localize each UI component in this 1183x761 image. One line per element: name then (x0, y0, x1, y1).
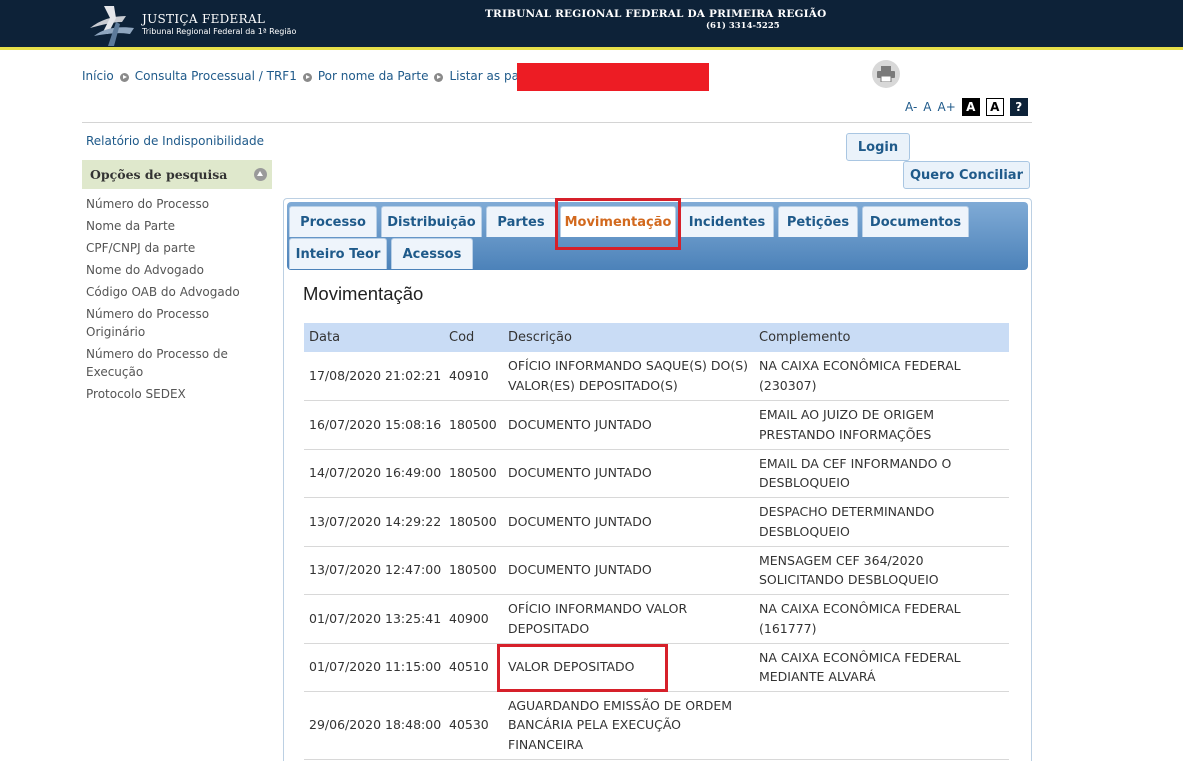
cell-data: 01/07/2020 11:15:00 (304, 643, 444, 692)
cell-complemento (754, 691, 1009, 760)
justica-federal-emblem-icon (90, 6, 134, 46)
column-header-complemento: Complemento (754, 323, 1009, 352)
cell-complemento: NA CAIXA ECONÔMICA FEDERAL (230307) (754, 352, 1009, 401)
cell-descricao: OFÍCIO INFORMANDO SAQUE(S) DO(S) VALOR(E… (503, 352, 754, 401)
breadcrumb-arrow-icon (434, 72, 444, 82)
cell-data: 01/07/2020 13:25:41 (304, 594, 444, 644)
search-option-cpf-cnpj[interactable]: CPF/CNPJ da parte (86, 239, 272, 257)
table-row: 01/07/2020 13:25:41 40900 OFÍCIO INFORMA… (304, 594, 1009, 644)
tab-acessos[interactable]: Acessos (391, 238, 473, 269)
cell-descricao: OFÍCIO INFORMANDO VALOR DEPOSITADO (503, 594, 754, 644)
cell-complemento: NA CAIXA ECONÔMICA FEDERAL (161777) (754, 594, 1009, 644)
search-option-codigo-oab[interactable]: Código OAB do Advogado (86, 283, 272, 301)
column-header-descricao: Descrição (503, 323, 754, 352)
breadcrumb-inicio[interactable]: Início (82, 69, 114, 83)
cell-data: 13/07/2020 12:47:00 (304, 546, 444, 595)
cell-cod: 180500 (444, 400, 503, 450)
cell-data: 16/07/2020 15:08:16 (304, 400, 444, 450)
search-option-protocolo-sedex[interactable]: Protocolo SEDEX (86, 385, 272, 403)
court-name: TRIBUNAL REGIONAL FEDERAL DA PRIMEIRA RE… (485, 8, 827, 20)
cell-data: 13/07/2020 14:29:22 (304, 497, 444, 547)
cell-descricao: DOCUMENTO JUNTADO (503, 546, 754, 595)
cell-complemento: EMAIL DA CEF INFORMANDO O DESBLOQUEIO (754, 449, 1009, 498)
font-normal-button[interactable]: A (923, 100, 931, 114)
table-row: 17/08/2020 21:02:21 40910 OFÍCIO INFORMA… (304, 352, 1009, 401)
tab-inteiro-teor[interactable]: Inteiro Teor (289, 238, 387, 269)
cell-data: 14/07/2020 16:49:00 (304, 449, 444, 498)
search-option-processo-originario[interactable]: Número do Processo Originário (86, 305, 272, 341)
cell-cod: 40910 (444, 352, 503, 401)
cell-cod: 40900 (444, 594, 503, 644)
font-increase-button[interactable]: A+ (938, 100, 956, 114)
cell-complemento: EMAIL AO JUIZO DE ORIGEM PRESTANDO INFOR… (754, 400, 1009, 450)
valor-depositado-highlight (497, 644, 668, 692)
column-header-cod: Cod (444, 323, 503, 352)
printer-icon (877, 66, 895, 82)
table-row: 13/07/2020 12:47:00 180500 DOCUMENTO JUN… (304, 546, 1009, 595)
high-contrast-button[interactable]: A (961, 98, 980, 116)
search-option-nome-parte[interactable]: Nome da Parte (86, 217, 272, 235)
cell-cod: 40510 (444, 643, 503, 692)
justica-federal-logo[interactable]: JUSTIÇA FEDERAL Tribunal Regional Federa… (86, 2, 296, 48)
cell-cod: 180500 (444, 449, 503, 498)
cell-complemento: DESPACHO DETERMINANDO DESBLOQUEIO (754, 497, 1009, 547)
page-title: Movimentação (303, 283, 424, 304)
cell-cod: 40530 (444, 691, 503, 760)
cell-cod: 180500 (444, 546, 503, 595)
logo-title: JUSTIÇA FEDERAL (142, 12, 266, 26)
active-tab-highlight (555, 198, 681, 250)
cell-descricao: DOCUMENTO JUNTADO (503, 449, 754, 498)
table-row: 13/07/2020 14:29:22 180500 DOCUMENTO JUN… (304, 497, 1009, 547)
quero-conciliar-button[interactable]: Quero Conciliar (903, 161, 1030, 189)
tab-incidentes[interactable]: Incidentes (680, 206, 774, 237)
tab-peticoes[interactable]: Petições (778, 206, 858, 237)
redacted-party-name (517, 63, 709, 91)
search-option-numero-processo[interactable]: Número do Processo (86, 195, 272, 213)
court-phone: (61) 3314-5225 (706, 21, 780, 31)
cell-descricao: DOCUMENTO JUNTADO (503, 497, 754, 547)
logo-subtitle: Tribunal Regional Federal da 1ª Região (142, 27, 297, 36)
search-options-title: Opções de pesquisa (90, 167, 228, 182)
table-row: 14/07/2020 16:49:00 180500 DOCUMENTO JUN… (304, 449, 1009, 498)
normal-contrast-button[interactable]: A (985, 98, 1004, 116)
search-options-header[interactable]: Opções de pesquisa (82, 160, 272, 189)
help-button[interactable]: ? (1009, 98, 1028, 116)
search-option-processo-execucao[interactable]: Número do Processo de Execução (86, 345, 272, 381)
accessibility-tools: A- A A+ A A ? (905, 98, 1028, 116)
cell-data: 17/08/2020 21:02:21 (304, 352, 444, 401)
breadcrumb: Início Consulta Processual / TRF1 Por no… (82, 69, 563, 83)
header-divider (82, 122, 1032, 123)
cell-complemento: MENSAGEM CEF 364/2020 SOLICITANDO DESBLO… (754, 546, 1009, 595)
cell-data: 29/06/2020 18:48:00 (304, 691, 444, 760)
breadcrumb-arrow-icon (119, 72, 129, 82)
breadcrumb-arrow-icon (302, 72, 312, 82)
tab-distribuicao[interactable]: Distribuição (381, 206, 482, 237)
print-button[interactable] (872, 60, 900, 88)
search-options-list: Número do Processo Nome da Parte CPF/CNP… (86, 195, 272, 407)
collapse-up-icon[interactable] (254, 168, 267, 181)
breadcrumb-por-nome-da-parte[interactable]: Por nome da Parte (318, 69, 429, 83)
relatorio-indisponibilidade-link[interactable]: Relatório de Indisponibilidade (86, 134, 264, 148)
table-row: 16/07/2020 15:08:16 180500 DOCUMENTO JUN… (304, 400, 1009, 450)
table-header-row: Data Cod Descrição Complemento (304, 323, 1009, 352)
cell-cod: 180500 (444, 497, 503, 547)
cell-descricao: DOCUMENTO JUNTADO (503, 400, 754, 450)
table-row: 29/06/2020 18:48:00 40530 AGUARDANDO EMI… (304, 691, 1009, 760)
font-decrease-button[interactable]: A- (905, 100, 917, 114)
breadcrumb-consulta-processual[interactable]: Consulta Processual / TRF1 (135, 69, 297, 83)
cell-descricao: AGUARDANDO EMISSÃO DE ORDEM BANCÁRIA PEL… (503, 691, 754, 760)
tab-documentos[interactable]: Documentos (862, 206, 969, 237)
movimentacao-table: Data Cod Descrição Complemento 17/08/202… (304, 323, 1009, 760)
login-button[interactable]: Login (846, 133, 910, 161)
search-option-nome-advogado[interactable]: Nome do Advogado (86, 261, 272, 279)
cell-complemento: NA CAIXA ECONÔMICA FEDERAL MEDIANTE ALVA… (754, 643, 1009, 692)
tab-processo[interactable]: Processo (289, 206, 377, 237)
site-header: JUSTIÇA FEDERAL Tribunal Regional Federa… (0, 0, 1183, 50)
tab-partes[interactable]: Partes (486, 206, 556, 237)
column-header-data: Data (304, 323, 444, 352)
